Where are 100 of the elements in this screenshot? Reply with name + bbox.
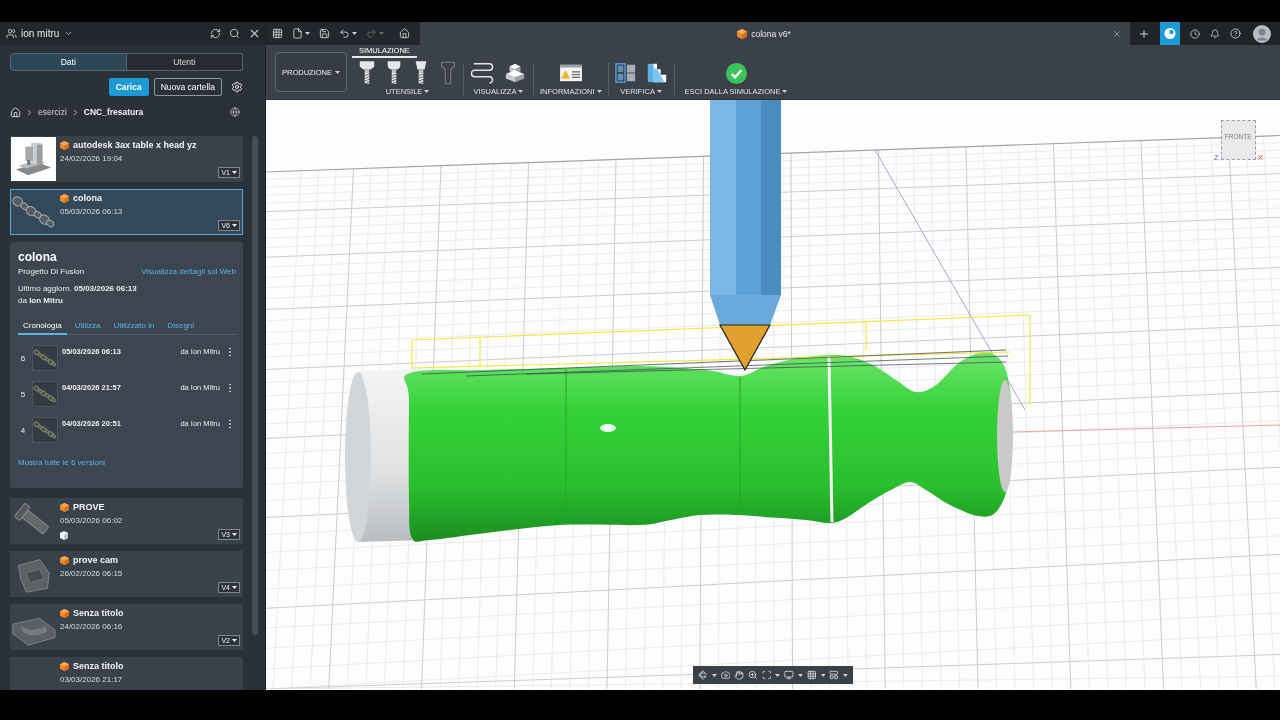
caret-icon: [232, 171, 237, 174]
save-icon[interactable]: [319, 28, 330, 39]
panels-icon[interactable]: [829, 670, 840, 680]
file-icon[interactable]: [292, 28, 303, 39]
hand-icon[interactable]: [734, 670, 744, 680]
toolpath-icon[interactable]: [470, 62, 494, 84]
camera-icon[interactable]: [720, 670, 731, 680]
end-mill-icon[interactable]: [358, 61, 376, 85]
caret-icon: [775, 673, 781, 677]
monitor-icon[interactable]: [784, 670, 795, 680]
details-title: colona: [18, 250, 58, 264]
breadcrumb-link[interactable]: CNC_fresatura: [83, 107, 144, 117]
caret-icon: [798, 673, 803, 677]
undo-icon[interactable]: [339, 28, 350, 39]
new-folder-button[interactable]: Nuova cartella: [153, 78, 222, 96]
bell-icon[interactable]: [1210, 28, 1220, 39]
version-number: 5: [19, 390, 27, 399]
apps-grid-icon[interactable]: [272, 28, 283, 39]
caret-icon: [782, 90, 788, 93]
file-name: Senza titolo: [73, 608, 124, 618]
file-card[interactable]: Senza titolo 03/03/2026 21:17: [10, 657, 243, 690]
details-tab[interactable]: Utilizzato in: [108, 321, 160, 335]
caret-icon: [820, 673, 826, 677]
account-menu[interactable]: ion mitru: [21, 28, 74, 39]
column-thumbnail: [32, 345, 58, 371]
caret-icon: [843, 673, 849, 677]
settings-icon[interactable]: [231, 81, 243, 93]
end-mill-icon[interactable]: [385, 61, 403, 85]
home-icon[interactable]: [10, 106, 21, 118]
axis-label: Z: [1213, 154, 1219, 162]
search-icon[interactable]: [229, 28, 240, 39]
scrollbar-thumb[interactable]: [252, 136, 258, 635]
axis-label: X: [1257, 154, 1263, 162]
avatar-icon[interactable]: [1253, 24, 1271, 43]
version-number: 6: [19, 354, 27, 363]
cube-icon: [737, 28, 748, 39]
chevron-icon: [64, 29, 74, 38]
web-details-link[interactable]: Visualizza dettagli sul Web: [141, 267, 236, 276]
frame-icon[interactable]: [761, 670, 772, 680]
grid-icon[interactable]: [806, 670, 817, 680]
cube-icon: [60, 555, 69, 565]
details-tab[interactable]: Cronologia: [18, 321, 67, 335]
refresh-icon[interactable]: [210, 28, 221, 39]
file-name: PROVE: [73, 502, 105, 512]
file-date: 05/03/2026 06:02: [60, 516, 124, 525]
cube-icon: [60, 140, 69, 150]
column-thumbnail: [32, 417, 58, 443]
column-thumbnail: [32, 381, 58, 407]
caret-icon: [596, 90, 602, 93]
status-tile-icon[interactable]: [1160, 22, 1180, 45]
file-date: 24/02/2026 06:16: [60, 622, 124, 631]
file-date: 05/03/2026 06:13: [60, 207, 124, 216]
file-date: 24/02/2026 19:04: [60, 154, 124, 163]
orbit-icon[interactable]: [698, 670, 708, 680]
show-all-versions-link[interactable]: Mostra tutte le 6 versioni: [18, 458, 236, 467]
file-name: Senza titolo: [73, 661, 124, 671]
team-icon: [6, 28, 17, 39]
details-tab[interactable]: Utilizza: [69, 321, 106, 335]
file-name: autodesk 3ax table x head yz: [73, 140, 197, 150]
details-tab[interactable]: Disegni: [162, 321, 200, 335]
zoom-icon[interactable]: [748, 670, 758, 680]
split-panels-icon[interactable]: [614, 62, 637, 84]
cube-icon: [60, 608, 69, 618]
cube-icon: [60, 661, 69, 671]
file-name: prove cam: [73, 555, 119, 565]
caret-icon: [656, 90, 662, 93]
version-number: 4: [19, 426, 27, 435]
caret-icon: [232, 586, 237, 589]
plus-icon[interactable]: [1138, 27, 1150, 40]
machine-thumbnail: [11, 137, 56, 181]
file-date: 03/03/2026 21:17: [60, 675, 124, 684]
caret-icon: [232, 533, 237, 536]
breadcrumb-link[interactable]: esercizi: [38, 107, 67, 117]
chevron-icon: [25, 107, 34, 117]
cube-icon: [60, 502, 69, 512]
caret-icon: [711, 673, 717, 677]
file-name: colona: [73, 193, 102, 203]
caret-icon: [518, 90, 524, 93]
home-icon[interactable]: [399, 28, 410, 39]
caret-icon: [335, 70, 340, 74]
project-name: Progetto Di Fusion: [18, 267, 85, 276]
clock-icon[interactable]: [1190, 28, 1200, 39]
caret-icon: [352, 32, 357, 35]
section-view-icon[interactable]: [645, 62, 668, 84]
author-text: da Ion Mitru: [18, 296, 64, 305]
caret-icon: [424, 90, 430, 93]
globe-icon[interactable]: [230, 107, 240, 117]
close-icon[interactable]: [248, 27, 261, 40]
warning-report-icon[interactable]: [558, 63, 583, 83]
panel-tab[interactable]: Utenti: [126, 53, 243, 71]
panel-tab[interactable]: Dati: [10, 53, 127, 71]
help-icon[interactable]: [1230, 28, 1241, 39]
cube-icon: [60, 193, 69, 203]
check-circle-icon[interactable]: [725, 62, 747, 84]
caret-icon: [379, 32, 384, 35]
document-tab[interactable]: colona v6*: [420, 22, 1130, 45]
caret-icon: [232, 639, 237, 642]
stacked-blocks-icon[interactable]: [503, 62, 527, 84]
caret-icon: [232, 224, 237, 227]
caret-icon: [305, 32, 310, 35]
